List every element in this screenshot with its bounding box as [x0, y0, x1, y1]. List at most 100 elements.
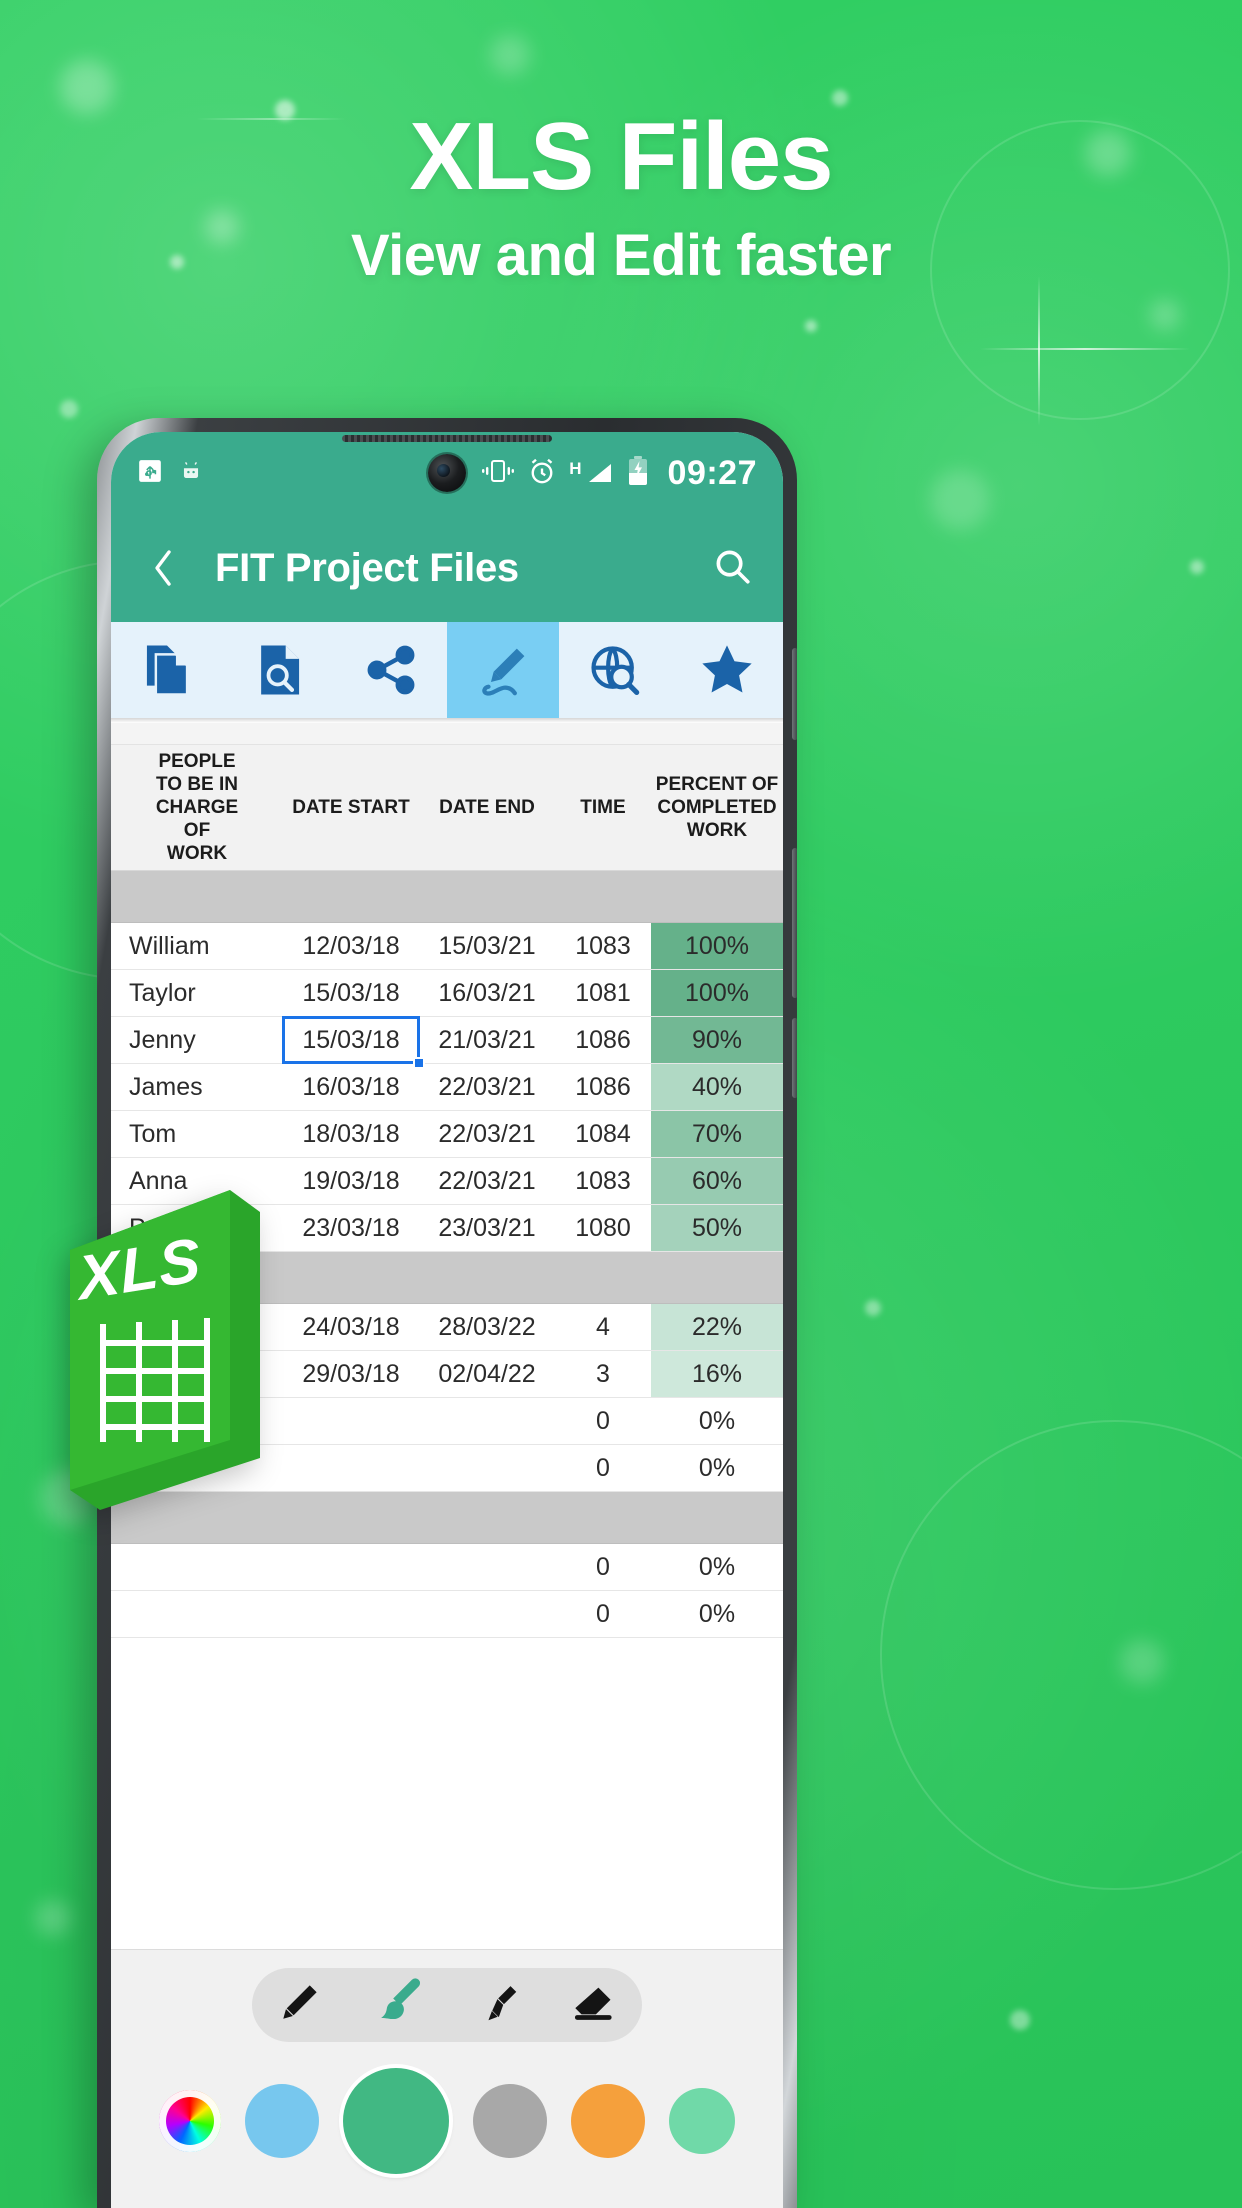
- column-header-people: PEOPLE TO BE IN CHARGE OF WORK: [155, 750, 239, 865]
- cell-date-end[interactable]: [419, 1398, 555, 1444]
- cell-date-start[interactable]: 16/03/18: [283, 1064, 419, 1110]
- cell-person[interactable]: Taylor: [111, 970, 283, 1016]
- column-header-date-end: DATE END: [439, 796, 535, 818]
- cell-date-end[interactable]: 16/03/21: [419, 970, 555, 1016]
- cell-date-end[interactable]: 22/03/21: [419, 1158, 555, 1204]
- cell-date-end[interactable]: [419, 1591, 555, 1637]
- cell-date-start[interactable]: 18/03/18: [283, 1111, 419, 1157]
- cell-date-start[interactable]: 23/03/18: [283, 1205, 419, 1251]
- color-swatch-light-blue[interactable]: [245, 2084, 319, 2158]
- cell-time[interactable]: 0: [555, 1445, 651, 1491]
- cell-percent[interactable]: 16%: [651, 1351, 783, 1397]
- table-header-row: PEOPLE TO BE IN CHARGE OF WORK DATE STAR…: [111, 745, 783, 871]
- cell-date-end[interactable]: 28/03/22: [419, 1304, 555, 1350]
- cell-percent[interactable]: 100%: [651, 970, 783, 1016]
- cell-date-end[interactable]: [419, 1544, 555, 1590]
- cell-date-start[interactable]: 29/03/18: [283, 1351, 419, 1397]
- page-title: XLS Files: [409, 103, 833, 210]
- cell-time[interactable]: 1080: [555, 1205, 651, 1251]
- cell-percent[interactable]: 0%: [651, 1445, 783, 1491]
- app-bar: FIT Project Files: [111, 514, 783, 622]
- cell-time[interactable]: 1084: [555, 1111, 651, 1157]
- cell-date-start[interactable]: [283, 1445, 419, 1491]
- cell-person[interactable]: Jenny: [111, 1017, 283, 1063]
- brush-icon[interactable]: [370, 1974, 428, 2037]
- color-swatch-orange[interactable]: [571, 2084, 645, 2158]
- cell-percent[interactable]: 100%: [651, 923, 783, 969]
- cell-date-start[interactable]: 15/03/18: [282, 1016, 425, 1069]
- eraser-icon[interactable]: [570, 1981, 618, 2030]
- table-row[interactable]: James 16/03/18 22/03/21 1086 40%: [111, 1064, 783, 1111]
- android-debug-icon: [177, 458, 205, 489]
- cell-date-end[interactable]: [419, 1445, 555, 1491]
- cell-percent[interactable]: 0%: [651, 1544, 783, 1590]
- table-row[interactable]: Taylor 15/03/18 16/03/21 1081 100%: [111, 970, 783, 1017]
- cell-person[interactable]: William: [111, 923, 283, 969]
- search-icon[interactable]: [711, 545, 753, 592]
- table-row[interactable]: Tom 18/03/18 22/03/21 1084 70%: [111, 1111, 783, 1158]
- phone-side-button[interactable]: [792, 648, 797, 740]
- decorative-ring: [880, 1420, 1242, 1890]
- draw-toolbar: [111, 1949, 783, 2208]
- cell-date-end[interactable]: 15/03/21: [419, 923, 555, 969]
- cell-time[interactable]: 4: [555, 1304, 651, 1350]
- cell-time[interactable]: 3: [555, 1351, 651, 1397]
- cell-person[interactable]: [111, 1544, 283, 1590]
- cell-time[interactable]: 0: [555, 1591, 651, 1637]
- cell-date-start[interactable]: [283, 1398, 419, 1444]
- tab-edit[interactable]: [447, 622, 559, 718]
- tab-share[interactable]: [335, 622, 447, 718]
- cell-percent[interactable]: 0%: [651, 1398, 783, 1444]
- cell-date-end[interactable]: 02/04/22: [419, 1351, 555, 1397]
- color-swatch-green[interactable]: [343, 2068, 449, 2174]
- star-icon: [698, 641, 756, 699]
- table-row[interactable]: 0 0%: [111, 1591, 783, 1638]
- cell-date-start[interactable]: [283, 1591, 419, 1637]
- phone-power-button[interactable]: [792, 1018, 797, 1098]
- cell-date-start[interactable]: 19/03/18: [283, 1158, 419, 1204]
- cell-person[interactable]: James: [111, 1064, 283, 1110]
- tab-favorite[interactable]: [671, 622, 783, 718]
- color-palette: [111, 2042, 783, 2208]
- cell-date-end[interactable]: 23/03/21: [419, 1205, 555, 1251]
- cell-percent[interactable]: 40%: [651, 1064, 783, 1110]
- usb-icon: [137, 458, 163, 489]
- page-subtitle: View and Edit faster: [350, 222, 892, 288]
- cell-time[interactable]: 1083: [555, 1158, 651, 1204]
- cell-percent[interactable]: 90%: [651, 1017, 783, 1063]
- color-swatch-mint[interactable]: [669, 2088, 735, 2154]
- cell-date-end[interactable]: 22/03/21: [419, 1064, 555, 1110]
- cell-date-start[interactable]: 12/03/18: [283, 923, 419, 969]
- cell-date-start[interactable]: [283, 1544, 419, 1590]
- fountain-pen-icon[interactable]: [476, 1980, 522, 2031]
- cell-percent[interactable]: 0%: [651, 1591, 783, 1637]
- tab-search-document[interactable]: [223, 622, 335, 718]
- pencil-icon[interactable]: [276, 1980, 322, 2031]
- cell-time[interactable]: 1081: [555, 970, 651, 1016]
- tab-web-search[interactable]: [559, 622, 671, 718]
- cell-percent[interactable]: 60%: [651, 1158, 783, 1204]
- cell-time[interactable]: 1083: [555, 923, 651, 969]
- cell-time[interactable]: 1086: [555, 1017, 651, 1063]
- cell-date-end[interactable]: 21/03/21: [419, 1017, 555, 1063]
- cell-percent[interactable]: 22%: [651, 1304, 783, 1350]
- bokeh-dot: [865, 1300, 881, 1316]
- cell-percent[interactable]: 50%: [651, 1205, 783, 1251]
- cell-date-start[interactable]: 24/03/18: [283, 1304, 419, 1350]
- cell-percent[interactable]: 70%: [651, 1111, 783, 1157]
- table-row[interactable]: 0 0%: [111, 1544, 783, 1591]
- table-row[interactable]: Jenny 15/03/18 21/03/21 1086 90%: [111, 1016, 783, 1069]
- cell-date-start[interactable]: 15/03/18: [283, 970, 419, 1016]
- cell-time[interactable]: 1086: [555, 1064, 651, 1110]
- phone-volume-button[interactable]: [792, 848, 797, 998]
- cell-time[interactable]: 0: [555, 1544, 651, 1590]
- chevron-left-icon[interactable]: [141, 546, 185, 590]
- color-wheel-icon[interactable]: [159, 2090, 221, 2152]
- table-row[interactable]: William 12/03/18 15/03/21 1083 100%: [111, 923, 783, 970]
- cell-person[interactable]: Tom: [111, 1111, 283, 1157]
- cell-person[interactable]: [111, 1591, 283, 1637]
- cell-time[interactable]: 0: [555, 1398, 651, 1444]
- cell-date-end[interactable]: 22/03/21: [419, 1111, 555, 1157]
- color-swatch-gray[interactable]: [473, 2084, 547, 2158]
- tab-copy-document[interactable]: [111, 622, 223, 718]
